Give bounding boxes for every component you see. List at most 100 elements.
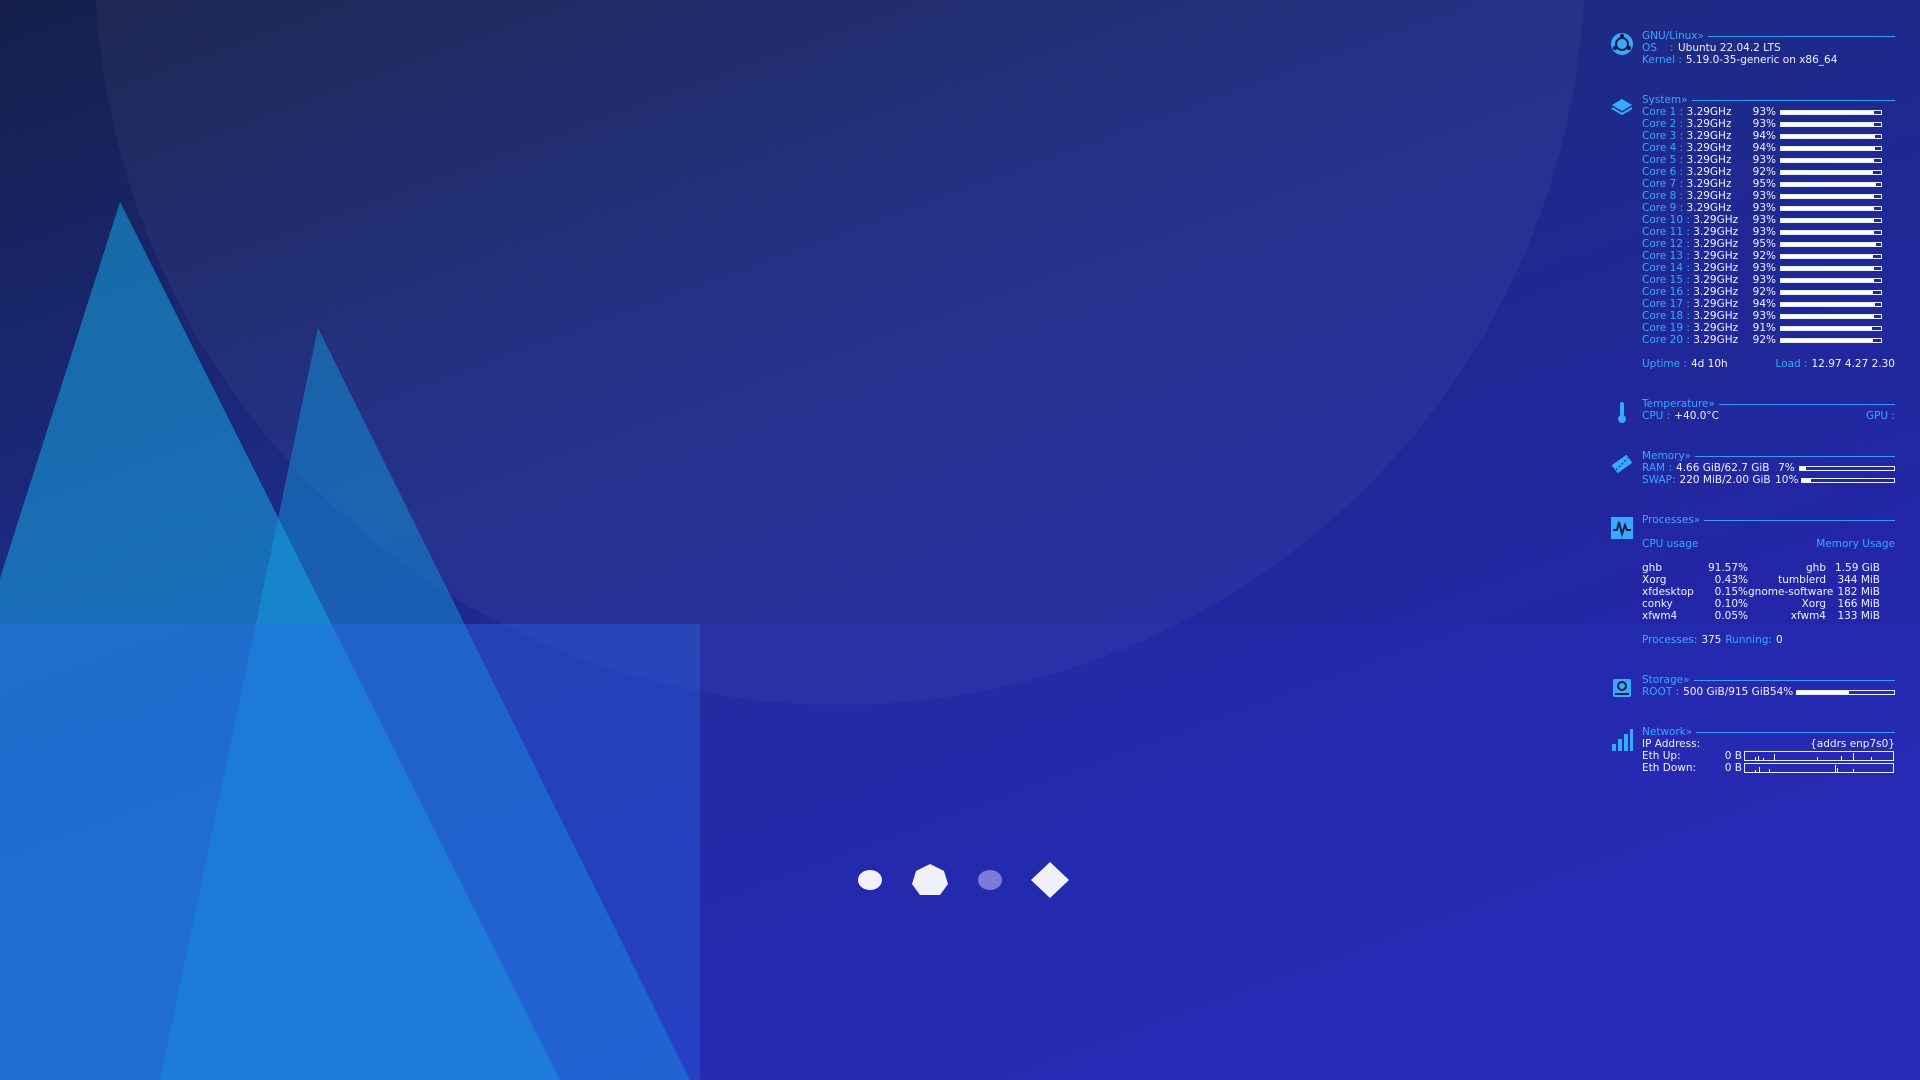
ram-usage-fill [1799, 466, 1807, 470]
core-percent: 93% [1752, 226, 1776, 238]
core-frequency: 3.29GHz [1693, 334, 1739, 346]
root-value: 500 GiB/915 GiB [1683, 686, 1770, 698]
process-mem-name: tumblerd [1778, 574, 1826, 586]
process-cpu-name: xfwm4 [1642, 610, 1678, 622]
core-name: Core 9 : 3.29GHz [1642, 202, 1750, 214]
process-count-value: 375 [1701, 634, 1722, 646]
process-mem-name: Xorg [1801, 598, 1826, 610]
system-header-rule [1691, 99, 1895, 101]
core-usage-fill [1781, 278, 1874, 282]
core-name: Core 18 : 3.29GHz [1642, 310, 1750, 322]
core-usage-fill [1781, 290, 1873, 294]
eth-up-label: Eth Up: [1642, 750, 1681, 762]
ubuntu-logo-icon [1611, 33, 1633, 55]
system-section: System» Core 1 : 3.29GHz 93% Core 2 : 3.29… [1610, 94, 1895, 370]
core-usage-fill [1781, 242, 1876, 246]
core-label: Core 14 : [1642, 262, 1690, 274]
running-value: 0 [1775, 634, 1783, 646]
core-label: Core 5 : [1642, 154, 1684, 166]
gpu-temp-label: GPU : [1865, 410, 1895, 422]
ip-label: IP Address: [1642, 738, 1701, 750]
core-usage-fill [1781, 218, 1874, 222]
core-usage-fill [1781, 206, 1874, 210]
graph-spike [1853, 753, 1854, 760]
process-mem-value: 344 MiB [1837, 574, 1880, 586]
process-cpu-name: xfdesktop [1642, 586, 1694, 598]
signal-bars-icon [1612, 729, 1633, 751]
core-name: Core 11 : 3.29GHz [1642, 226, 1750, 238]
os-header-rule [1707, 35, 1895, 37]
core-name: Core 5 : 3.29GHz [1642, 154, 1750, 166]
core-row: Core 15 : 3.29GHz 93% [1642, 274, 1895, 286]
core-usage-fill [1781, 134, 1875, 138]
core-percent: 93% [1752, 190, 1776, 202]
dock-diamond-launcher[interactable] [1030, 860, 1070, 900]
cpu-layers-icon [1611, 99, 1633, 116]
kernel-value: 5.19.0-35-generic on x86_64 [1685, 54, 1838, 66]
storage-header: Storage» [1642, 674, 1690, 686]
core-percent: 93% [1752, 106, 1776, 118]
core-name: Core 20 : 3.29GHz [1642, 334, 1750, 346]
graph-spike [1853, 769, 1854, 772]
load-label: Load : [1775, 358, 1808, 370]
core-percent: 93% [1752, 118, 1776, 130]
core-usage-bar [1780, 229, 1882, 235]
process-mem-name: ghb [1806, 562, 1826, 574]
storage-header-rule [1693, 679, 1895, 681]
graph-spike [1763, 758, 1764, 760]
core-label: Core 2 : [1642, 118, 1684, 130]
root-percent: 54% [1769, 686, 1794, 698]
dock-dim-circle-launcher[interactable] [970, 860, 1010, 900]
graph-spike [1871, 757, 1872, 760]
uptime-value: 4d 10h [1690, 358, 1728, 370]
core-row: Core 13 : 3.29GHz 92% [1642, 250, 1895, 262]
core-usage-bar [1780, 301, 1882, 307]
conky-panel: GNU/Linux» OS: Ubuntu 22.04.2 LTS Kernel … [1610, 30, 1895, 774]
temperature-header-rule [1718, 403, 1895, 405]
core-name: Core 8 : 3.29GHz [1642, 190, 1750, 202]
dock [850, 860, 1070, 900]
core-usage-bar [1780, 289, 1882, 295]
core-name: Core 3 : 3.29GHz [1642, 130, 1750, 142]
circle-icon [858, 870, 882, 890]
core-frequency: 3.29GHz [1693, 226, 1739, 238]
core-frequency: 3.29GHz [1686, 178, 1732, 190]
core-name: Core 6 : 3.29GHz [1642, 166, 1750, 178]
uptime-label: Uptime : [1642, 358, 1687, 370]
dock-circle-launcher[interactable] [850, 860, 890, 900]
core-percent: 94% [1752, 142, 1776, 154]
core-percent: 92% [1752, 166, 1776, 178]
swap-percent: 10% [1775, 474, 1799, 486]
temperature-header: Temperature» [1642, 398, 1715, 410]
eth-up-graph [1744, 751, 1894, 761]
core-name: Core 1 : 3.29GHz [1642, 106, 1750, 118]
core-name: Core 16 : 3.29GHz [1642, 286, 1750, 298]
graph-spike [1769, 769, 1770, 772]
core-usage-fill [1781, 314, 1874, 318]
process-mem-name: xfwm4 [1790, 610, 1826, 622]
root-usage-fill [1796, 690, 1850, 694]
core-percent: 93% [1752, 274, 1776, 286]
core-label: Core 17 : [1642, 298, 1690, 310]
core-row: Core 9 : 3.29GHz 93% [1642, 202, 1895, 214]
core-usage-bar [1780, 337, 1882, 343]
activity-monitor-icon [1611, 517, 1633, 539]
core-usage-bar [1780, 193, 1882, 199]
running-label: Running: [1725, 634, 1772, 646]
graph-spike [1755, 770, 1756, 772]
core-usage-bar [1780, 313, 1882, 319]
core-usage-bar [1780, 277, 1882, 283]
core-usage-bar [1780, 121, 1882, 127]
core-percent: 93% [1752, 310, 1776, 322]
core-row: Core 20 : 3.29GHz 92% [1642, 334, 1895, 346]
core-list: Core 1 : 3.29GHz 93% Core 2 : 3.29GHz 93% Co… [1642, 106, 1895, 346]
dock-heptagon-launcher[interactable] [910, 860, 950, 900]
core-frequency: 3.29GHz [1693, 286, 1739, 298]
processes-header: Processes» [1642, 514, 1701, 526]
core-percent: 95% [1752, 178, 1776, 190]
cpu-temp-label: CPU : [1642, 410, 1671, 422]
memory-header: Memory» [1642, 450, 1691, 462]
memory-header-rule [1694, 455, 1895, 457]
core-usage-fill [1781, 254, 1873, 258]
eth-up-value: 0 B [1724, 750, 1742, 762]
